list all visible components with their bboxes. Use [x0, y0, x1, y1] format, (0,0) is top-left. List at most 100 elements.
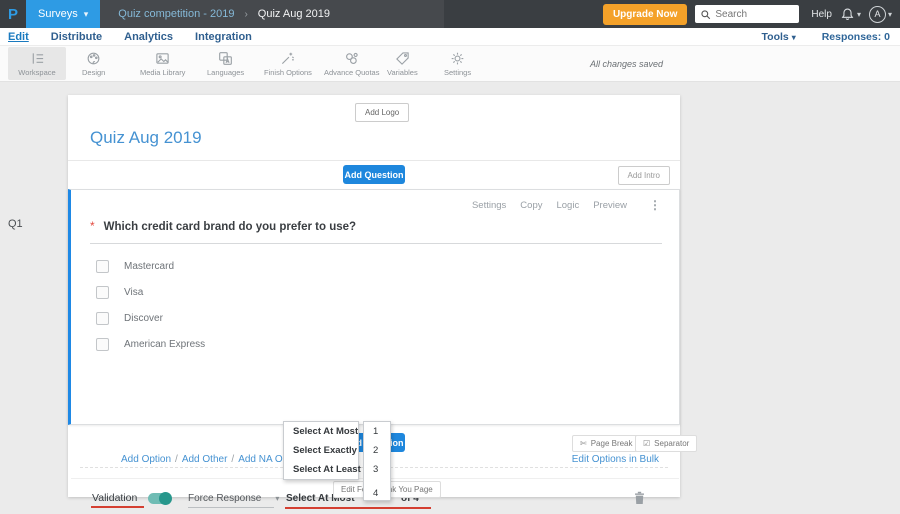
- force-response-label: Force Response: [188, 493, 262, 504]
- survey-title[interactable]: Quiz Aug 2019: [90, 128, 202, 148]
- chevron-down-icon: ▾: [856, 9, 861, 19]
- finish-options-wand-icon: [282, 52, 295, 64]
- question-settings-link[interactable]: Settings: [472, 200, 506, 211]
- option-label[interactable]: Discover: [124, 313, 163, 324]
- toolbar-item-finish-options[interactable]: Finish Options: [258, 47, 318, 80]
- add-question-button-top[interactable]: Add Question: [343, 165, 405, 184]
- option-checkbox[interactable]: [96, 260, 109, 273]
- breadcrumb-current: Quiz Aug 2019: [257, 8, 330, 20]
- force-response-dropdown[interactable]: Force Response ▾: [188, 493, 279, 504]
- workspace-icon: [32, 52, 43, 64]
- design-palette-icon: [87, 52, 100, 64]
- edit-options-in-bulk-link[interactable]: Edit Options in Bulk: [572, 454, 659, 465]
- menu-item-count-2[interactable]: 2: [364, 441, 390, 460]
- annotation-underline-validation: [91, 506, 144, 508]
- menu-item-select-at-least[interactable]: Select At Least: [284, 460, 361, 479]
- toolbar-item-label: Settings: [444, 67, 472, 77]
- validation-toggle[interactable]: [148, 492, 172, 505]
- save-status: All changes saved: [590, 59, 664, 69]
- separator-button[interactable]: ☑ Separator: [635, 435, 698, 452]
- required-asterisk-icon: *: [90, 219, 95, 233]
- question-logic-link[interactable]: Logic: [556, 200, 579, 211]
- breadcrumb-separator-icon: ›: [244, 8, 248, 20]
- rule-dropdown-menu: Select At Most Select Exactly Select At …: [283, 421, 361, 480]
- settings-gear-icon: [451, 52, 464, 64]
- tab-edit[interactable]: Edit: [8, 31, 29, 43]
- help-link[interactable]: Help: [811, 9, 832, 20]
- nav-right: Tools ▾ Responses: 0: [762, 28, 890, 46]
- option-label[interactable]: Mastercard: [124, 261, 174, 272]
- question-actions: Settings Copy Logic Preview ⋮: [472, 198, 661, 212]
- tab-distribute[interactable]: Distribute: [51, 31, 102, 43]
- option-checkbox[interactable]: [96, 338, 109, 351]
- toggle-knob: [159, 492, 172, 505]
- questionpro-logo[interactable]: P: [0, 6, 26, 23]
- question-more-menu-icon[interactable]: ⋮: [649, 198, 661, 212]
- upgrade-now-button[interactable]: Upgrade Now: [602, 3, 688, 25]
- menu-item-count-4[interactable]: 4: [364, 479, 390, 503]
- delete-question-trash-icon[interactable]: [633, 491, 646, 505]
- page-break-label: Page Break: [590, 439, 633, 448]
- notifications-menu[interactable]: ▾: [840, 7, 861, 22]
- add-option-link[interactable]: Add Option: [121, 454, 171, 465]
- toolbar-item-settings[interactable]: Settings: [438, 47, 477, 80]
- tab-integration[interactable]: Integration: [195, 31, 252, 43]
- question-id-label: Q1: [8, 218, 23, 230]
- option-row: Visa: [96, 286, 143, 299]
- chevron-down-icon: ▾: [275, 494, 280, 503]
- option-checkbox[interactable]: [96, 286, 109, 299]
- surveys-menu-label: Surveys: [38, 8, 78, 20]
- section-nav: Edit Distribute Analytics Integration To…: [0, 28, 900, 46]
- breadcrumb: Quiz competition - 2019 › Quiz Aug 2019: [100, 0, 445, 28]
- toolbar-item-advance-quotas[interactable]: Advance Quotas: [318, 47, 385, 80]
- menu-item-count-1[interactable]: 1: [364, 422, 390, 441]
- option-links: Add Option / Add Other / Add NA Option: [121, 454, 304, 465]
- toolbar-item-label: Finish Options: [264, 67, 312, 77]
- toolbar-item-design[interactable]: Design: [76, 47, 111, 80]
- workspace-toolbar: Workspace Design Media Library Languages…: [0, 46, 900, 120]
- option-row: Discover: [96, 312, 163, 325]
- page-break-button[interactable]: ✄ Page Break: [572, 435, 641, 452]
- tab-analytics[interactable]: Analytics: [124, 31, 173, 43]
- bell-icon: [841, 8, 854, 20]
- question-copy-link[interactable]: Copy: [520, 200, 542, 211]
- menu-item-select-at-most[interactable]: Select At Most: [284, 422, 358, 441]
- top-bar: P Surveys ▾ Quiz competition - 2019 › Qu…: [0, 0, 900, 28]
- toolbar-item-workspace[interactable]: Workspace: [8, 47, 66, 80]
- toolbar-item-label: Languages: [207, 67, 245, 77]
- separator-icon: ☑: [643, 439, 651, 448]
- add-other-link[interactable]: Add Other: [182, 454, 228, 465]
- breadcrumb-parent[interactable]: Quiz competition - 2019: [118, 8, 234, 20]
- question-preview-link[interactable]: Preview: [593, 200, 627, 211]
- advance-quotas-icon: [346, 52, 358, 64]
- add-logo-button[interactable]: Add Logo: [355, 103, 410, 122]
- avatar: A: [868, 5, 886, 23]
- separator-label: Separator: [654, 439, 690, 448]
- option-label[interactable]: Visa: [124, 287, 143, 298]
- option-label[interactable]: American Express: [124, 339, 205, 350]
- question-text-underline: [90, 243, 662, 244]
- topbar-right: Upgrade Now Help ▾ A ▾: [602, 0, 900, 28]
- menu-item-select-exactly[interactable]: Select Exactly: [284, 441, 358, 460]
- question-text[interactable]: Which credit card brand do you prefer to…: [104, 221, 356, 233]
- toolbar-item-media-library[interactable]: Media Library: [134, 47, 191, 80]
- option-checkbox[interactable]: [96, 312, 109, 325]
- option-row: American Express: [96, 338, 205, 351]
- toolbar-item-languages[interactable]: Languages: [201, 47, 250, 80]
- tools-menu[interactable]: Tools ▾: [762, 31, 796, 43]
- responses-count[interactable]: Responses: 0: [822, 31, 890, 43]
- chevron-down-icon: ▾: [791, 33, 796, 42]
- page-break-icon: ✄: [580, 439, 587, 448]
- menu-item-count-3[interactable]: 3: [364, 460, 390, 479]
- link-separator: /: [175, 454, 178, 465]
- add-intro-button[interactable]: Add Intro: [617, 166, 670, 185]
- toolbar-item-variables[interactable]: Variables: [381, 47, 424, 80]
- languages-icon: [219, 51, 232, 65]
- chevron-down-icon: ▾: [887, 9, 892, 19]
- surveys-menu[interactable]: Surveys ▾: [26, 0, 101, 28]
- search-input[interactable]: [715, 8, 794, 20]
- variables-tag-icon: [395, 51, 409, 65]
- account-menu[interactable]: A ▾: [868, 5, 892, 23]
- count-dropdown-menu: 1 2 3 4: [363, 421, 391, 501]
- toolbar-item-label: Media Library: [140, 67, 186, 77]
